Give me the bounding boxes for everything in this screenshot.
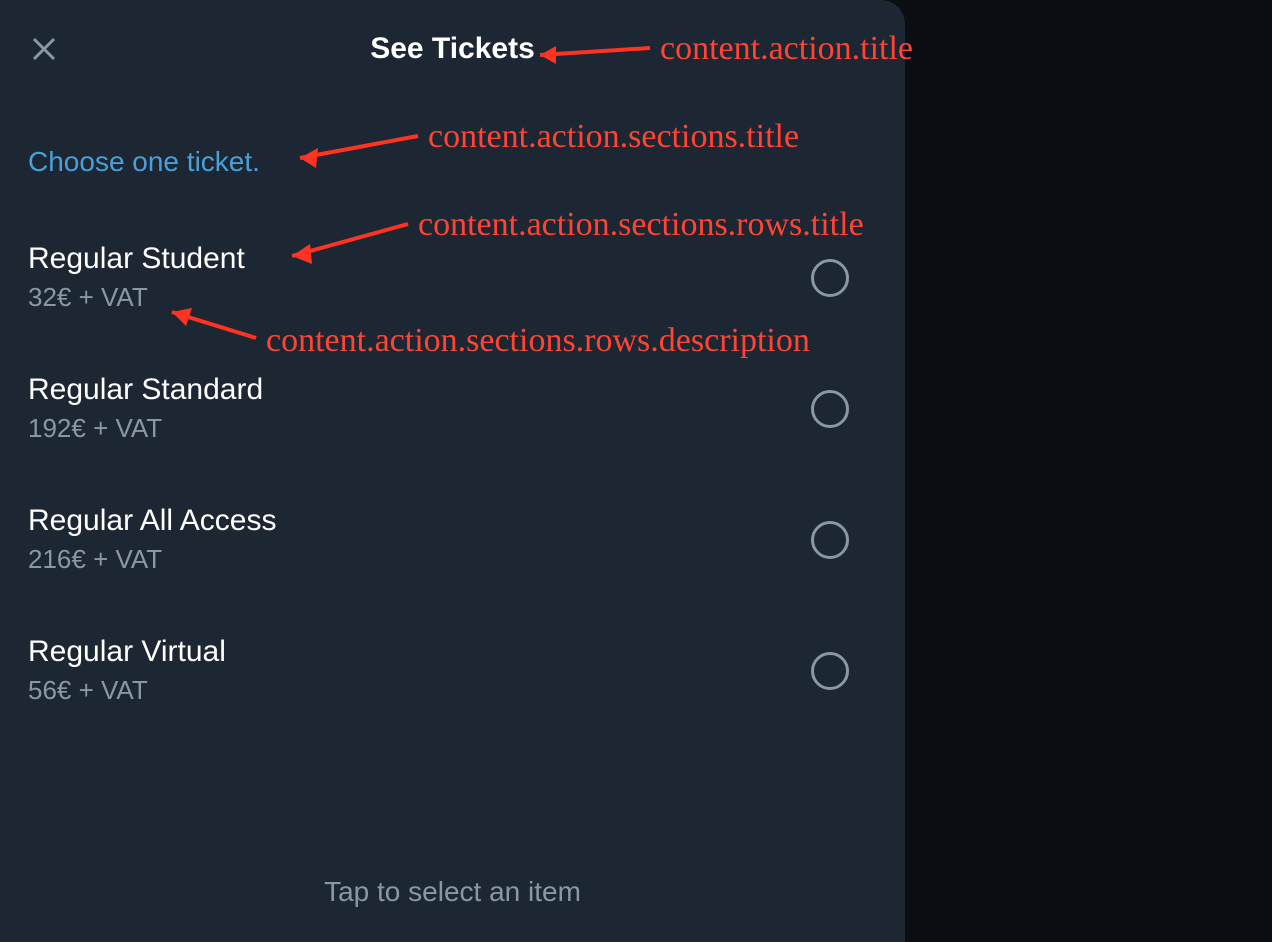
- annotation-arrows: [0, 0, 1272, 942]
